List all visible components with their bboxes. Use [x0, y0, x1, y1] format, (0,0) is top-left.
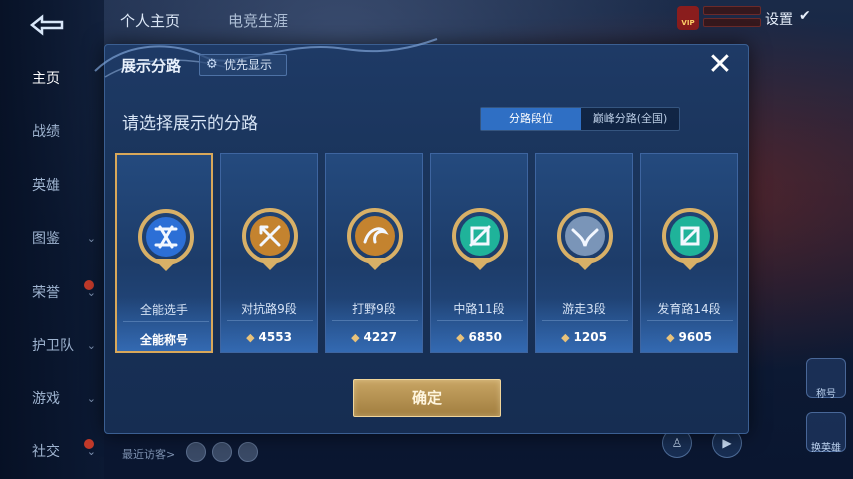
lane-card[interactable]: 中路11段 ◆ 6850	[430, 153, 528, 353]
checkmark-icon[interactable]: ✔	[799, 8, 811, 24]
avatar[interactable]	[186, 442, 206, 462]
farm-lane-emblem-icon	[660, 206, 720, 272]
tab-lane-rank[interactable]: 分路段位	[481, 108, 581, 130]
points-icon: ◆	[456, 331, 465, 344]
priority-display-label: 优先显示	[224, 58, 273, 72]
priority-display-button[interactable]: ⚙ 优先显示	[199, 54, 287, 76]
lane-card-name: 打野9段	[352, 302, 396, 316]
points-icon: ◆	[351, 331, 360, 344]
sidebar-item[interactable]: 护卫队 ⌄	[0, 331, 104, 361]
divider	[332, 320, 418, 321]
lane-card[interactable]: 打野9段 ◆ 4227	[325, 153, 423, 353]
lane-cards: 全能选手 全能称号 对抗路9段 ◆ 4553 打野9段 ◆ 4227 中路11段 ◆ 6850 游走3…	[115, 153, 745, 355]
sidebar-item[interactable]: 英雄	[0, 171, 104, 201]
lane-card-score-value: 1205	[573, 330, 607, 344]
sidebar-item-label: 主页	[32, 71, 60, 87]
lane-card[interactable]: 对抗路9段 ◆ 4553	[220, 153, 318, 353]
dialog-title: 展示分路	[121, 57, 182, 75]
sidebar-item[interactable]: 荣誉 ⌄	[0, 278, 104, 308]
notification-dot	[84, 280, 94, 290]
sidebar-item-label: 战绩	[32, 124, 60, 140]
sidebar-item[interactable]: 战绩	[0, 117, 104, 147]
recent-visitors-label[interactable]: 最近访客>	[122, 446, 175, 462]
sidebar: 主页 战绩 英雄 图鉴 ⌄ 荣誉 ⌄ 护卫队 ⌄ 游戏 ⌄ 社交 ⌄	[0, 0, 104, 479]
back-arrow-icon[interactable]	[22, 12, 70, 38]
vip-progress-bar	[703, 18, 761, 27]
sidebar-item-label: 图鉴	[32, 231, 60, 247]
gear-icon: ⚙	[206, 57, 218, 72]
points-icon: ◆	[561, 331, 570, 344]
recent-visitors: 最近访客>	[104, 436, 744, 476]
sidebar-item[interactable]: 游戏 ⌄	[0, 384, 104, 414]
mid-lane-emblem-icon	[450, 206, 510, 272]
avatar[interactable]	[238, 442, 258, 462]
sidebar-item-label: 荣誉	[32, 285, 60, 301]
divider	[227, 320, 313, 321]
clash-lane-emblem-icon	[240, 206, 300, 272]
points-icon: ◆	[666, 331, 675, 344]
right-side-actions: 称号 换英雄	[800, 350, 853, 479]
settings-button[interactable]: 设置	[765, 9, 793, 29]
divider	[647, 320, 733, 321]
lane-card-score: ◆ 9605	[641, 330, 737, 344]
lane-card[interactable]: 发育路14段 ◆ 9605	[640, 153, 738, 353]
jungle-emblem-icon	[345, 206, 405, 272]
tab-profile[interactable]: 个人主页	[120, 10, 180, 31]
allround-emblem-icon	[136, 207, 196, 273]
chevron-down-icon: ⌄	[86, 392, 96, 405]
lane-card-score-value: 4553	[258, 330, 292, 344]
top-right-bar: VIP 设置 ✔	[673, 0, 853, 40]
tab-peak-lane[interactable]: 巅峰分路(全国)	[581, 108, 679, 130]
lane-card-score-value: 全能称号	[139, 333, 188, 347]
roam-emblem-icon	[555, 206, 615, 272]
avatar[interactable]	[212, 442, 232, 462]
chevron-down-icon: ⌄	[86, 232, 96, 245]
vip-progress	[703, 6, 761, 30]
lane-card-name: 对抗路9段	[241, 302, 297, 316]
sidebar-item-label: 社交	[32, 444, 60, 460]
sidebar-item[interactable]: 社交 ⌄	[0, 437, 104, 467]
sidebar-item-label: 英雄	[32, 178, 60, 194]
lane-card-name: 发育路14段	[657, 302, 721, 316]
lane-card-name: 中路11段	[453, 302, 505, 316]
lane-card-score: ◆ 4553	[221, 330, 317, 344]
lane-card[interactable]: 全能选手 全能称号	[115, 153, 213, 353]
sidebar-item-label: 护卫队	[32, 338, 74, 354]
lane-card-score-value: 6850	[468, 330, 502, 344]
sidebar-item[interactable]: 图鉴 ⌄	[0, 224, 104, 254]
title-button[interactable]: 称号	[806, 358, 846, 400]
lane-display-dialog: 展示分路 ⚙ 优先显示 ✕ 请选择展示的分路 分路段位 巅峰分路(全国) 全能选…	[94, 38, 749, 434]
divider	[437, 320, 523, 321]
points-icon: ◆	[246, 331, 255, 344]
lane-card-score-value: 9605	[678, 330, 712, 344]
close-icon[interactable]: ✕	[705, 50, 735, 81]
confirm-button[interactable]: 确定	[353, 379, 501, 417]
lane-card[interactable]: 游走3段 ◆ 1205	[535, 153, 633, 353]
sidebar-item[interactable]: 主页	[0, 64, 104, 94]
lane-card-score: ◆ 6850	[431, 330, 527, 344]
lane-card-score-value: 4227	[363, 330, 397, 344]
divider	[542, 320, 628, 321]
vip-progress-bar	[703, 6, 761, 15]
divider	[123, 321, 209, 322]
sidebar-item-label: 游戏	[32, 391, 60, 407]
lane-card-name: 全能选手	[139, 303, 188, 317]
lane-card-score: ◆ 4227	[326, 330, 422, 344]
chevron-down-icon: ⌄	[86, 339, 96, 352]
lane-card-name: 游走3段	[562, 302, 606, 316]
vip-badge[interactable]: VIP	[677, 6, 699, 30]
lane-mode-toggle: 分路段位 巅峰分路(全国)	[480, 107, 680, 131]
tab-esports-career[interactable]: 电竞生涯	[228, 10, 288, 31]
lane-card-score: 全能称号	[117, 331, 211, 348]
lane-card-score: ◆ 1205	[536, 330, 632, 344]
select-lane-prompt: 请选择展示的分路	[122, 114, 258, 134]
change-hero-button[interactable]: 换英雄	[806, 412, 846, 454]
dialog-header: 展示分路 ⚙ 优先显示 ✕	[105, 45, 748, 85]
notification-dot	[84, 439, 94, 449]
